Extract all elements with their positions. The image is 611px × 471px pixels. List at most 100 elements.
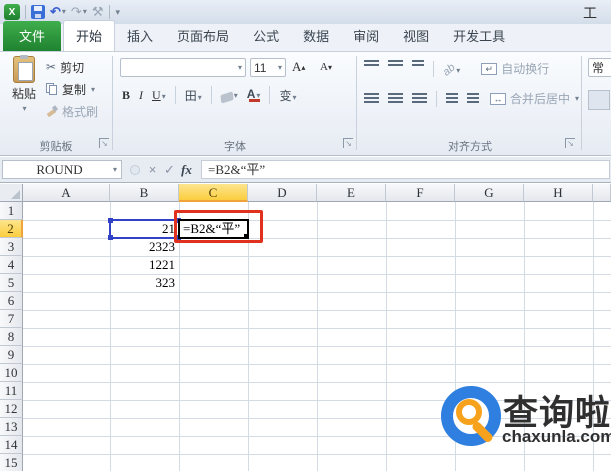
tab-插入[interactable]: 插入 <box>115 21 165 51</box>
chevron-down-icon: ▾ <box>575 94 579 103</box>
increase-indent-button[interactable] <box>467 93 479 104</box>
tab-file[interactable]: 文件 <box>3 21 61 51</box>
row-header-2[interactable]: 2 <box>0 220 23 238</box>
align-bottom-button[interactable] <box>412 60 424 67</box>
column-header-D[interactable]: D <box>248 184 317 202</box>
column-header-G[interactable]: G <box>455 184 524 202</box>
number-format-combo[interactable]: 常 <box>588 58 611 77</box>
excel-app-icon[interactable]: X <box>4 4 20 20</box>
customize-qat-icon[interactable]: ▾ <box>115 5 121 19</box>
align-left-button[interactable] <box>364 93 379 104</box>
paste-button[interactable]: 粘贴 ▾ <box>6 56 42 136</box>
cut-button[interactable]: ✂ 剪切 <box>46 56 98 78</box>
row-header-15[interactable]: 15 <box>0 454 23 471</box>
borders-button[interactable]: 田▾ <box>185 87 202 104</box>
annotation-red-box <box>174 210 263 243</box>
tab-审阅[interactable]: 审阅 <box>341 21 391 51</box>
row-header-10[interactable]: 10 <box>0 364 23 382</box>
column-header-F[interactable]: F <box>386 184 455 202</box>
format-painter-button[interactable]: 格式刷 <box>46 100 98 122</box>
clipboard-group-label: 剪贴板 <box>14 138 98 154</box>
align-top-button[interactable] <box>364 60 379 67</box>
accounting-format-button[interactable] <box>588 90 610 110</box>
formula-bar-handle <box>130 165 140 175</box>
gridline-h <box>23 454 611 455</box>
row-header-13[interactable]: 13 <box>0 418 23 436</box>
align-center-button[interactable] <box>388 93 403 104</box>
font-size-value: 11 <box>254 61 266 75</box>
cell-B3[interactable]: 2323 <box>110 238 179 256</box>
merge-center-icon: ↔ <box>490 93 506 105</box>
fill-color-button[interactable]: ▾ <box>221 91 238 100</box>
select-all-corner[interactable] <box>0 184 23 202</box>
underline-button[interactable]: U▾ <box>152 88 166 103</box>
clipboard-dialog-launcher[interactable]: ↘ <box>99 138 109 148</box>
copy-button[interactable]: 复制 ▾ <box>46 78 98 100</box>
tab-数据[interactable]: 数据 <box>291 21 341 51</box>
gridline-v <box>386 202 387 471</box>
ribbon-tab-strip: 文件 开始插入页面布局公式数据审阅视图开发工具 <box>0 24 611 52</box>
cell-B4[interactable]: 1221 <box>110 256 179 274</box>
row-header-14[interactable]: 14 <box>0 436 23 454</box>
gridline-h <box>23 292 611 293</box>
name-box[interactable]: ROUND ▾ <box>2 160 122 179</box>
formula-input[interactable]: =B2&“平” <box>201 160 610 179</box>
enter-button[interactable]: ✓ <box>161 162 178 178</box>
phonetic-guide-button[interactable]: 变▾ <box>279 87 296 104</box>
orientation-icon: ab <box>441 61 458 78</box>
tab-开始[interactable]: 开始 <box>63 20 115 51</box>
column-header-B[interactable]: B <box>110 184 179 202</box>
column-header-C[interactable]: C <box>179 184 248 202</box>
undo-button[interactable]: ↶▾ <box>50 5 66 19</box>
column-header-partial[interactable] <box>593 184 611 202</box>
tab-公式[interactable]: 公式 <box>241 21 291 51</box>
number-format-value: 常 <box>592 59 604 76</box>
separator <box>269 86 270 104</box>
row-header-12[interactable]: 12 <box>0 400 23 418</box>
font-dialog-launcher[interactable]: ↘ <box>343 138 353 148</box>
chevron-down-icon: ▾ <box>162 92 166 101</box>
row-header-1[interactable]: 1 <box>0 202 23 220</box>
alignment-dialog-launcher[interactable]: ↘ <box>565 138 575 148</box>
column-header-H[interactable]: H <box>524 184 593 202</box>
italic-button[interactable]: I <box>139 88 143 103</box>
row-header-3[interactable]: 3 <box>0 238 23 256</box>
grow-font-button[interactable]: A▴ <box>292 57 305 77</box>
font-size-combo[interactable]: 11▾ <box>250 58 286 77</box>
separator <box>211 86 212 104</box>
align-middle-button[interactable] <box>388 60 403 67</box>
merge-center-button[interactable]: ↔ 合并后居中 ▾ <box>490 90 579 107</box>
row-header-4[interactable]: 4 <box>0 256 23 274</box>
bold-button[interactable]: B <box>122 88 130 103</box>
gridline-h <box>23 346 611 347</box>
orientation-button[interactable]: ab▾ <box>443 62 460 76</box>
tab-视图[interactable]: 视图 <box>391 21 441 51</box>
shrink-font-button[interactable]: A▾ <box>320 57 332 77</box>
tools-icon[interactable]: ⚒ <box>92 5 104 19</box>
decrease-indent-button[interactable] <box>446 93 458 104</box>
insert-function-button[interactable]: fx <box>178 162 195 178</box>
excel-window: X ↶▾ ↷▾ ⚒ ▾ 工 文件 开始插入页面布局公式数据审阅视图开发工具 粘贴… <box>0 0 611 471</box>
row-header-11[interactable]: 11 <box>0 382 23 400</box>
row-header-8[interactable]: 8 <box>0 328 23 346</box>
save-icon[interactable] <box>31 5 45 19</box>
separator <box>25 5 26 19</box>
font-name-combo[interactable]: ▾ <box>120 58 246 77</box>
chevron-down-icon: ▾ <box>113 165 117 174</box>
cut-label: 剪切 <box>60 59 84 76</box>
wrap-text-button[interactable]: ↵ 自动换行 <box>481 60 549 77</box>
align-right-button[interactable] <box>412 93 427 104</box>
cell-B5[interactable]: 323 <box>110 274 179 292</box>
tab-页面布局[interactable]: 页面布局 <box>165 21 241 51</box>
redo-button[interactable]: ↷▾ <box>71 5 87 19</box>
tab-开发工具[interactable]: 开发工具 <box>441 21 517 51</box>
row-header-7[interactable]: 7 <box>0 310 23 328</box>
column-header-E[interactable]: E <box>317 184 386 202</box>
chevron-down-icon: ▾ <box>238 63 242 72</box>
column-header-A[interactable]: A <box>23 184 110 202</box>
row-header-6[interactable]: 6 <box>0 292 23 310</box>
row-header-9[interactable]: 9 <box>0 346 23 364</box>
font-color-button[interactable]: A▾ <box>247 87 261 104</box>
row-header-5[interactable]: 5 <box>0 274 23 292</box>
cancel-button[interactable]: × <box>144 162 161 177</box>
